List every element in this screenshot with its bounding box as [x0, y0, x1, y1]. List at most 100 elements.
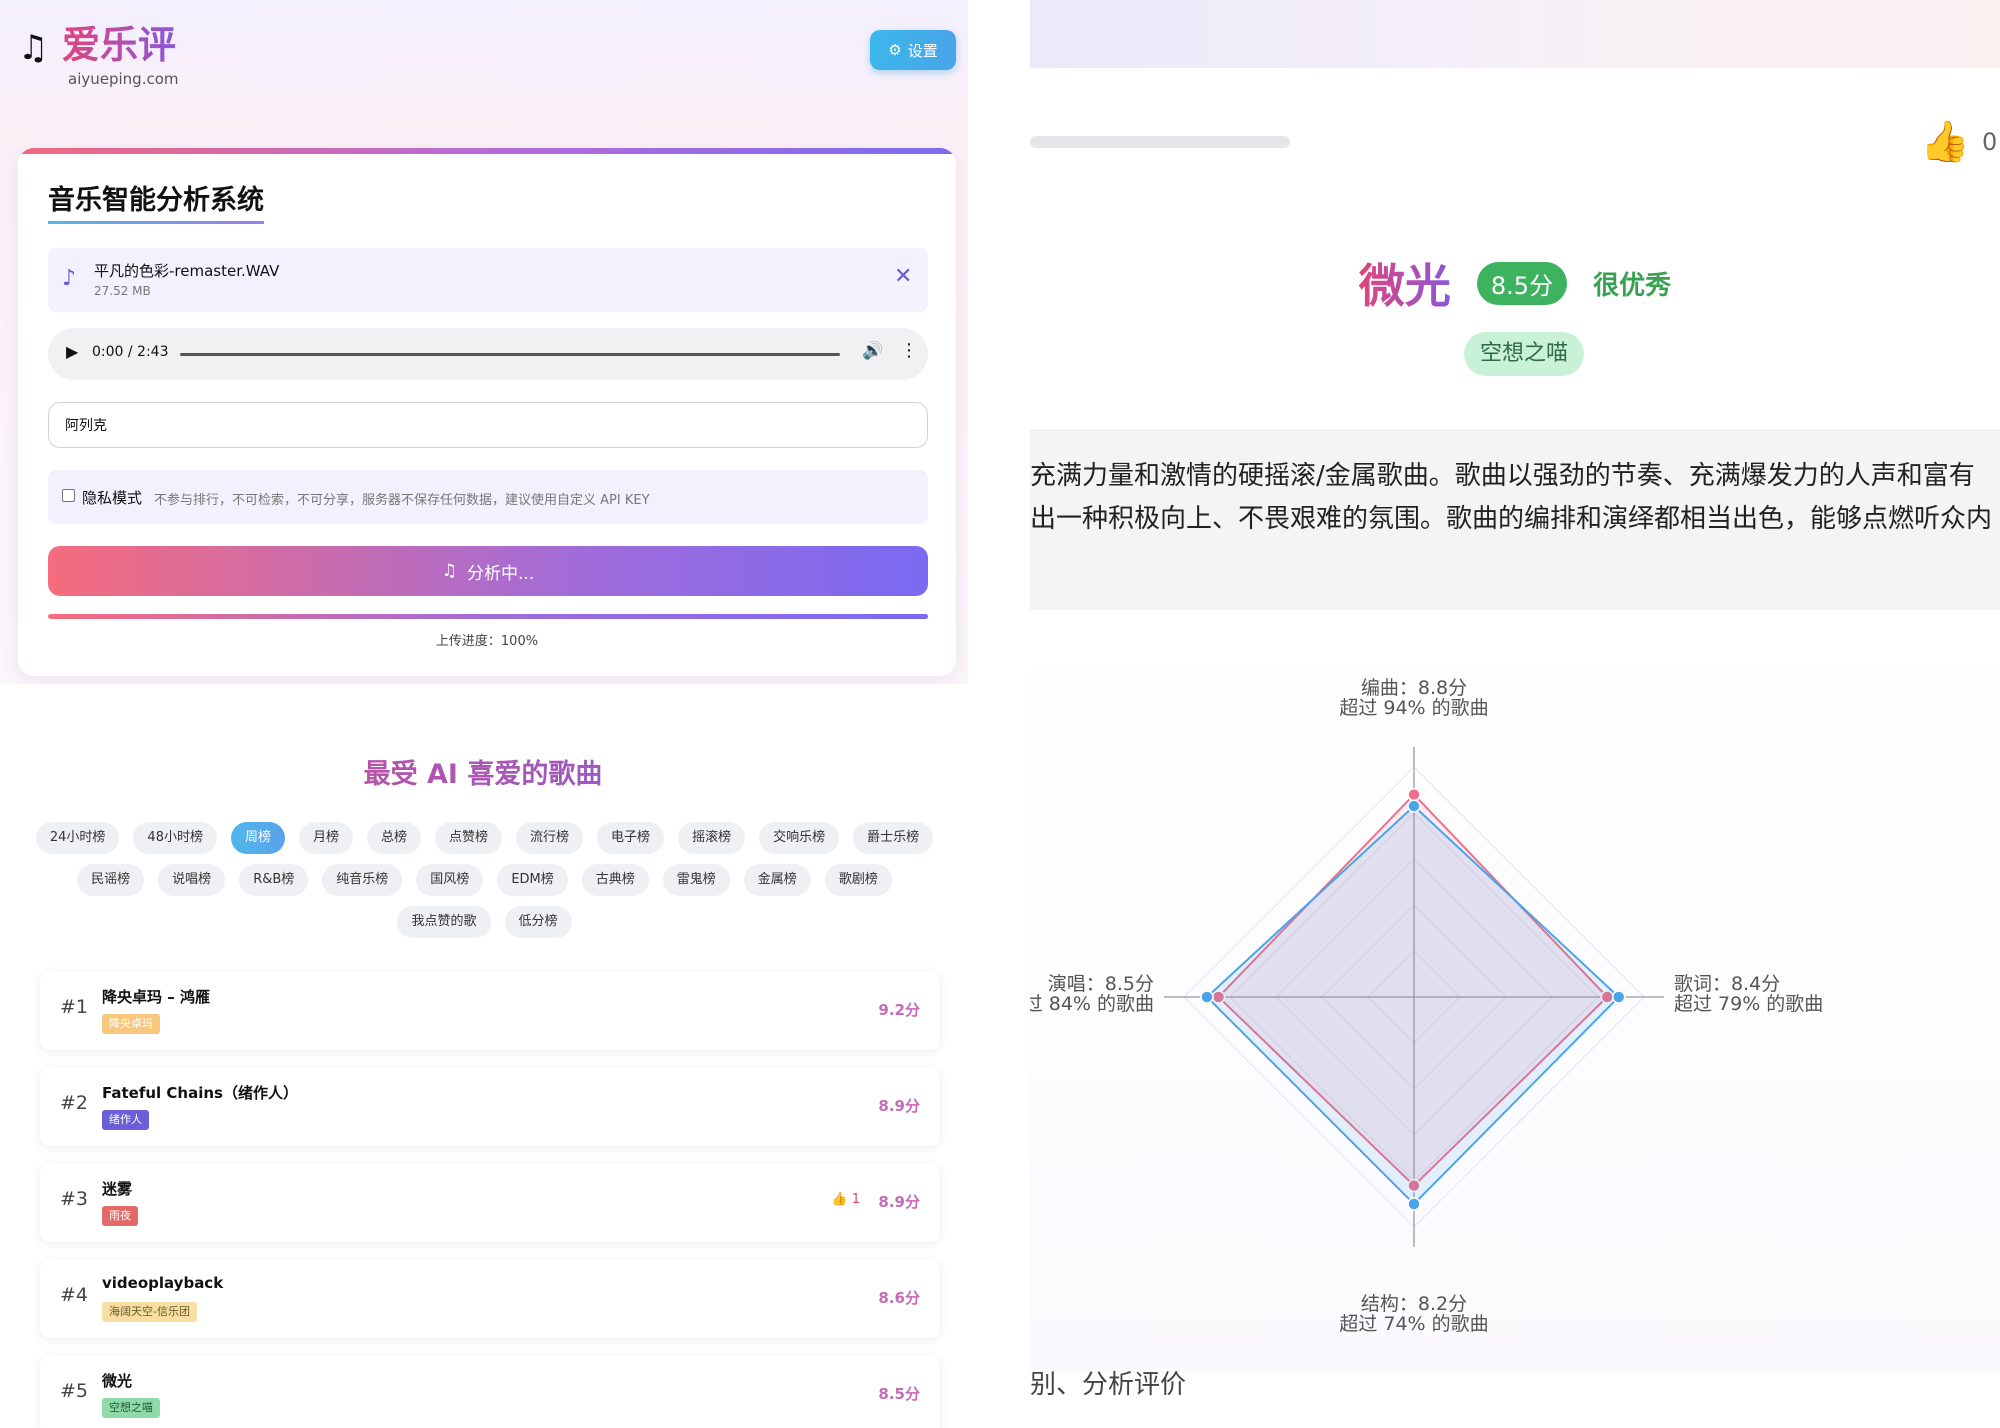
rank-artist-tag: 海阔天空-信乐团: [102, 1302, 197, 1322]
tab-1[interactable]: 48小时榜: [133, 822, 217, 854]
radar-label: 演唱：8.5分: [1048, 973, 1154, 995]
rank-artist-tag: 雨夜: [102, 1206, 138, 1226]
song-title: 微光: [1359, 250, 1451, 316]
tab-19[interactable]: 金属榜: [743, 864, 811, 896]
artist-input[interactable]: [48, 402, 928, 448]
tab-22[interactable]: 低分榜: [504, 906, 572, 938]
rank-score: 8.5分: [878, 1385, 920, 1403]
tab-10[interactable]: 爵士乐榜: [853, 822, 934, 854]
tab-5[interactable]: 点赞榜: [435, 822, 503, 854]
description-text: 充满力量和激情的硬摇滚/金属歌曲。歌曲以强劲的节奏、充满爆发力的人声和富有 出一…: [1030, 455, 2000, 541]
selected-file: ♪ 平凡的色彩-remaster.WAV 27.52 MB ✕: [48, 248, 928, 312]
description-line: 出一种积极向上、不畏艰难的氛围。歌曲的编排和演绎都相当出色，能够点燃听众内: [1030, 504, 1993, 534]
thumbs-up-icon[interactable]: 👍: [1920, 118, 1970, 165]
audio-time: 0:00 / 2:43: [92, 344, 169, 360]
rank-song-title: 迷雾: [102, 1180, 133, 1198]
top-band: [1030, 0, 2000, 68]
rank-row[interactable]: #4 videoplayback 海阔天空-信乐团 8.6分: [40, 1260, 940, 1338]
quality-label: 很优秀: [1593, 270, 1672, 301]
radar-label: 歌词：8.4分: [1674, 973, 1780, 995]
gear-icon: ⚙: [888, 41, 902, 59]
description-box: 充满力量和激情的硬摇滚/金属歌曲。歌曲以强劲的节奏、充满爆发力的人声和富有 出一…: [1030, 430, 2000, 610]
rank-row[interactable]: #1 降央卓玛 – 鸿雁 降央卓玛 9.2分: [40, 972, 940, 1050]
remove-file-icon[interactable]: ✕: [894, 264, 912, 289]
audio-seek-bar[interactable]: [180, 353, 840, 356]
rank-number: #5: [60, 1380, 89, 1402]
volume-icon[interactable]: 🔊: [862, 341, 883, 361]
audio-player: ▶ 0:00 / 2:43 🔊 ⋮: [48, 328, 928, 380]
radar-label: 超过 84% 的歌曲: [1030, 993, 1154, 1015]
radar-point[interactable]: [1611, 990, 1626, 1004]
rank-song-title: 微光: [102, 1372, 133, 1390]
tab-18[interactable]: 雷鬼榜: [662, 864, 730, 896]
radar-point[interactable]: [1407, 1197, 1421, 1211]
rank-number: #2: [60, 1092, 89, 1114]
upload-progress-text: 上传进度：100%: [435, 634, 539, 649]
settings-button[interactable]: ⚙ 设置: [870, 30, 956, 70]
radar-svg: 编曲：8.8分超过 94% 的歌曲歌词：8.4分超过 79% 的歌曲结构：8.2…: [1030, 677, 1823, 1335]
leaderboard-tabs: 24小时榜 48小时榜 周榜 月榜 总榜 点赞榜 流行榜 电子榜 摇滚榜 交响乐榜 爵士乐榜民谣榜说…: [32, 822, 937, 938]
privacy-checkbox[interactable]: [62, 489, 75, 502]
play-icon[interactable]: ▶: [66, 342, 78, 361]
rank-score: 8.9分: [878, 1097, 920, 1115]
tab-7[interactable]: 电子榜: [597, 822, 665, 854]
privacy-label[interactable]: 隐私模式: [82, 487, 142, 508]
tab-12[interactable]: 说唱榜: [158, 864, 226, 896]
upload-progress-bar: [48, 614, 928, 619]
tab-14[interactable]: 纯音乐榜: [322, 864, 403, 896]
analyze-label: 分析中...: [467, 563, 535, 584]
score-badge: 8.5分: [1476, 261, 1568, 305]
music-note-icon: ♫: [441, 561, 458, 581]
radar-point[interactable]: [1200, 990, 1214, 1004]
tab-17[interactable]: 古典榜: [581, 864, 649, 896]
song-header: 微光 8.5分 很优秀: [1030, 250, 2000, 316]
rank-song-title: 降央卓玛 – 鸿雁: [102, 988, 210, 1006]
tab-21[interactable]: 我点赞的歌: [397, 906, 491, 938]
radar-point[interactable]: [1407, 799, 1421, 813]
tab-6[interactable]: 流行榜: [516, 822, 584, 854]
tab-20[interactable]: 歌剧榜: [824, 864, 892, 896]
tab-0[interactable]: 24小时榜: [35, 822, 120, 854]
privacy-option: 隐私模式 不参与排行，不可检索，不可分享，服务器不保存任何数据，建议使用自定义 …: [48, 470, 928, 524]
more-options-icon[interactable]: ⋮: [900, 340, 918, 361]
file-size: 27.52 MB: [94, 284, 151, 298]
tab-3[interactable]: 月榜: [298, 822, 353, 854]
privacy-note: 不参与排行，不可检索，不可分享，服务器不保存任何数据，建议使用自定义 API K…: [154, 493, 650, 508]
rank-number: #3: [60, 1188, 89, 1210]
tab-13[interactable]: R&B榜: [239, 864, 309, 896]
rank-score: 9.2分: [878, 1001, 920, 1019]
artist-badge[interactable]: 空想之喵: [1464, 332, 1585, 376]
tab-16[interactable]: EDM榜: [497, 864, 568, 896]
upload-panel: ♫ 爱乐评 aiyueping.com ⚙ 设置 音乐智能分析系统 ♪ 平凡的色…: [0, 0, 968, 684]
radar-label: 结构：8.2分: [1361, 1293, 1467, 1315]
section-caption: 别、分析评价: [1030, 1370, 1187, 1400]
music-note-icon: ♫: [18, 28, 49, 68]
tab-11[interactable]: 民谣榜: [77, 864, 145, 896]
rank-row[interactable]: #3 迷雾 雨夜 👍 1 8.9分: [40, 1164, 940, 1242]
rank-number: #1: [60, 996, 89, 1018]
analysis-card: 音乐智能分析系统 ♪ 平凡的色彩-remaster.WAV 27.52 MB ✕…: [18, 148, 956, 676]
tab-8[interactable]: 摇滚榜: [678, 822, 746, 854]
radar-label: 超过 79% 的歌曲: [1674, 993, 1823, 1015]
radar-label: 超过 74% 的歌曲: [1339, 1313, 1488, 1335]
radar-point[interactable]: [1407, 787, 1421, 802]
rank-song-title: videoplayback: [102, 1274, 224, 1292]
tab-2[interactable]: 周榜: [230, 822, 285, 854]
card-title: 音乐智能分析系统: [48, 178, 264, 224]
app-domain: aiyueping.com: [68, 70, 179, 88]
rank-row[interactable]: #5 微光空想之喵 8.5分: [40, 1356, 940, 1428]
music-file-icon: ♪: [62, 266, 77, 291]
description-line: 充满力量和激情的硬摇滚/金属歌曲。歌曲以强劲的节奏、充满爆发力的人声和富有: [1030, 461, 1975, 491]
tab-15[interactable]: 国风榜: [416, 864, 484, 896]
radar-chart: 编曲：8.8分 超过 94% 的歌曲 歌词：8.4分 超过 79% 的歌曲 结构：8.2…: [1030, 612, 2000, 1372]
rank-artist-tag: 降央卓玛: [102, 1014, 160, 1034]
rank-row[interactable]: #2 Fateful Chains（绪作人） 绪作人 8.9分: [40, 1068, 940, 1146]
rank-score: 8.6分: [878, 1289, 920, 1307]
rank-artist-tag: 空想之喵: [102, 1398, 160, 1418]
rank-number: #4: [60, 1284, 89, 1306]
tab-4[interactable]: 总榜: [367, 822, 422, 854]
tab-9[interactable]: 交响乐榜: [759, 822, 840, 854]
leaderboard-heading: 最受 AI 喜爱的歌曲: [12, 752, 954, 791]
app-logo[interactable]: 爱乐评: [62, 14, 176, 69]
analyze-button[interactable]: ♫ 分析中...: [48, 546, 928, 596]
